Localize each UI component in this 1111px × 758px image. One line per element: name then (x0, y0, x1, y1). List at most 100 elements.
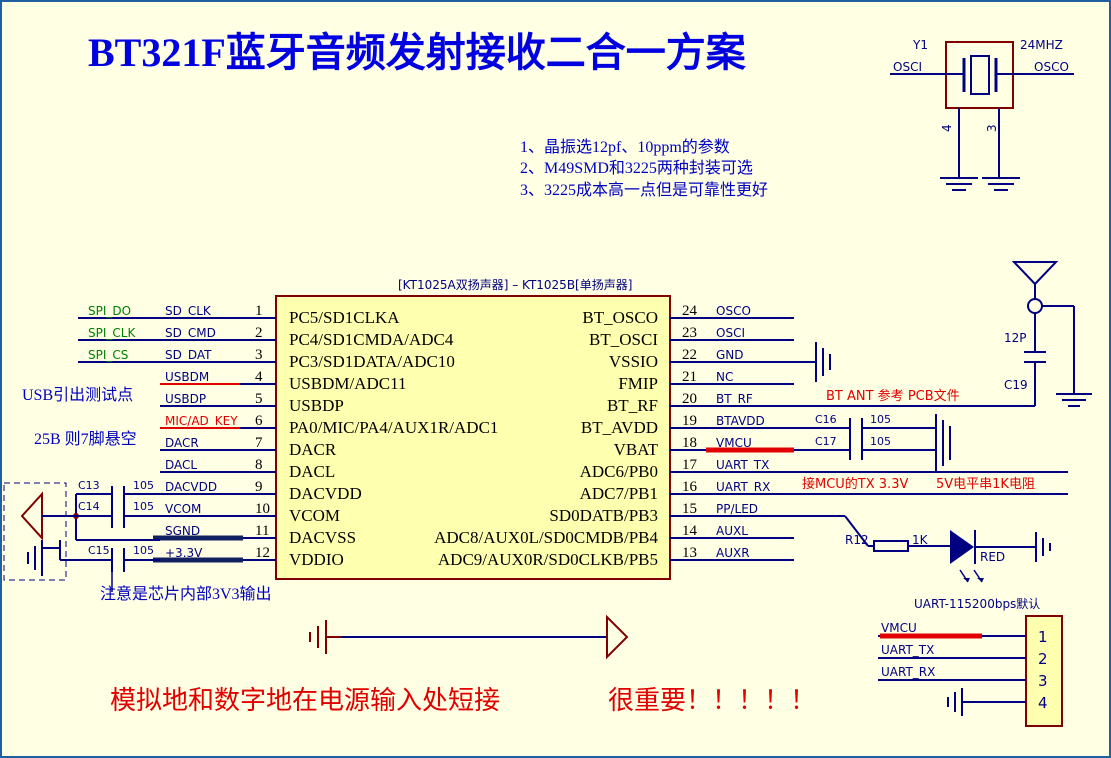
antenna: 12P C19 (794, 261, 1092, 407)
c17-label: C17 (815, 435, 837, 448)
c13-label: C13 (78, 479, 100, 492)
right-net-label: UART_RX (716, 480, 770, 494)
right-net-label: OSCO (716, 304, 751, 318)
left-caps: C13 105 C14 105 C15 105 (3, 479, 160, 581)
left-pin-name: VDDIO (289, 550, 344, 569)
uart-header: UART-115200bps默认 VMCU UART_TX UART_RX 1 … (878, 596, 1063, 727)
left-pin-name: DACVSS (289, 528, 356, 547)
uart-header-title: UART-115200bps默认 (914, 596, 1040, 611)
crystal-pin4: 4 (940, 124, 954, 132)
schematic: BT321F蓝牙音频发射接收二合一方案 1、晶振选12pf、10ppm的参数 2… (0, 0, 1111, 758)
left-net-label: USBDM (165, 370, 209, 384)
right-pin-name: FMIP (618, 374, 658, 393)
right-pin-name: VSSIO (609, 352, 658, 371)
spi-net-label: SPI_CS (88, 348, 128, 362)
crystal-y1: Y1 24MHZ OSCI OSCO 4 3 (890, 38, 1074, 191)
left-pin-name: USBDM/ADC11 (289, 374, 406, 393)
right-pin-number: 13 (682, 545, 697, 561)
crystal-pin3: 3 (985, 124, 999, 132)
left-pin-number: 11 (255, 523, 269, 539)
left-net-label: DACR (165, 436, 199, 450)
left-pin-name: VCOM (289, 506, 340, 525)
left-pin-number: 3 (255, 347, 263, 363)
bt-ant-note: BT ANT 参考 PCB文件 (826, 388, 960, 404)
right-pin-name: ADC8/AUX0L/SD0CMDB/PB4 (434, 528, 658, 547)
c15-label: C15 (88, 544, 110, 557)
right-net-label: NC (716, 370, 733, 384)
left-pin-number: 5 (255, 391, 263, 407)
right-pin-number: 21 (682, 369, 697, 385)
right-net-label: AUXR (716, 546, 750, 560)
left-pin-number: 1 (255, 303, 263, 319)
right-net-label: BTAVDD (716, 414, 765, 428)
uart-row-1-net: VMCU (881, 621, 917, 635)
left-pin-number: 10 (255, 501, 270, 517)
note-3: 3、3225成本高一点但是可靠性更好 (520, 181, 768, 199)
uart-row-2-num: 2 (1038, 650, 1048, 668)
right-net-label: GND (716, 348, 744, 362)
right-pin-number: 17 (682, 457, 698, 473)
right-net-label: OSCI (716, 326, 745, 340)
crystal-freq: 24MHZ (1020, 38, 1063, 52)
left-pin-number: 7 (255, 435, 263, 451)
gnd-pin22 (794, 342, 831, 382)
left-net-label: DACVDD (165, 480, 217, 494)
left-net-label: SD_CLK (165, 304, 212, 318)
right-pin-number: 15 (682, 501, 697, 517)
left-pin-name: DACVDD (289, 484, 362, 503)
ground-short-symbol (309, 614, 629, 660)
right-pin-name: SD0DATB/PB3 (549, 506, 658, 525)
crystal-ref: Y1 (912, 38, 928, 52)
chip-caption: [KT1025A双扬声器] – KT1025B[单扬声器] (398, 277, 632, 292)
left-net-label: SD_DAT (165, 348, 212, 362)
c16-label: C16 (815, 413, 837, 426)
right-pin-number: 16 (682, 479, 698, 495)
spi-net-label: SPI_CLK (88, 326, 136, 340)
right-pin-name: ADC7/PB1 (580, 484, 658, 503)
c13-value: 105 (133, 479, 154, 492)
right-net-label: UART_TX (716, 458, 769, 472)
left-pin-name: DACR (289, 440, 337, 459)
left-net-label: SD_CMD (165, 326, 216, 340)
right-pin-number: 24 (682, 303, 698, 319)
antenna-cap: 12P (1004, 331, 1027, 345)
btavdd-caps: C16 105 C17 105 (794, 413, 951, 472)
led-res-ref: R12 (845, 533, 869, 547)
led-color: RED (980, 550, 1005, 564)
pin7-annotation: 25B 则7脚悬空 (34, 430, 137, 448)
uart-row-4-num: 4 (1038, 694, 1048, 712)
uart-note-1: 接MCU的TX 3.3V (802, 476, 908, 492)
left-net-label: MIC/AD_KEY (165, 414, 238, 428)
right-net-label: BT_RF (716, 392, 753, 406)
right-pin-number: 18 (682, 435, 697, 451)
left-pin-name: PC5/SD1CLKA (289, 308, 400, 327)
right-pin-number: 22 (682, 347, 697, 363)
led-res-val: 1K (912, 533, 929, 547)
left-pin-number: 6 (255, 413, 263, 429)
uart-note-2: 5V电平串1K电阻 (936, 477, 1035, 492)
right-net-label: PP/LED (716, 502, 758, 516)
right-pin-number: 23 (682, 325, 697, 341)
c17-value: 105 (870, 435, 891, 448)
note-1: 1、晶振选12pf、10ppm的参数 (520, 138, 730, 156)
left-pin-name: USBDP (289, 396, 344, 415)
right-pin-number: 19 (682, 413, 697, 429)
pin12-annotation: 注意是芯片内部3V3输出 (100, 584, 272, 603)
led-circuit: R12 1K RED (794, 515, 1051, 583)
c16-value: 105 (870, 413, 891, 426)
page-title: BT321F蓝牙音频发射接收二合一方案 (88, 30, 747, 75)
right-pin-name: VBAT (614, 440, 659, 459)
antenna-ref: C19 (1004, 378, 1028, 392)
left-pin-number: 12 (255, 545, 270, 561)
left-pin-number: 8 (255, 457, 263, 473)
uart-row-3-num: 3 (1038, 672, 1048, 690)
left-pin-number: 2 (255, 325, 263, 341)
uart-row-2-net: UART_TX (881, 643, 934, 657)
uart-row-1-num: 1 (1038, 628, 1048, 646)
right-pin-name: BT_OSCO (582, 308, 658, 327)
left-pin-name: PC4/SD1CMDA/ADC4 (289, 330, 454, 349)
c15-value: 105 (133, 544, 154, 557)
right-pin-name: ADC6/PB0 (580, 462, 658, 481)
usb-annotation: USB引出测试点 (22, 386, 133, 404)
crystal-osci: OSCI (893, 60, 922, 74)
